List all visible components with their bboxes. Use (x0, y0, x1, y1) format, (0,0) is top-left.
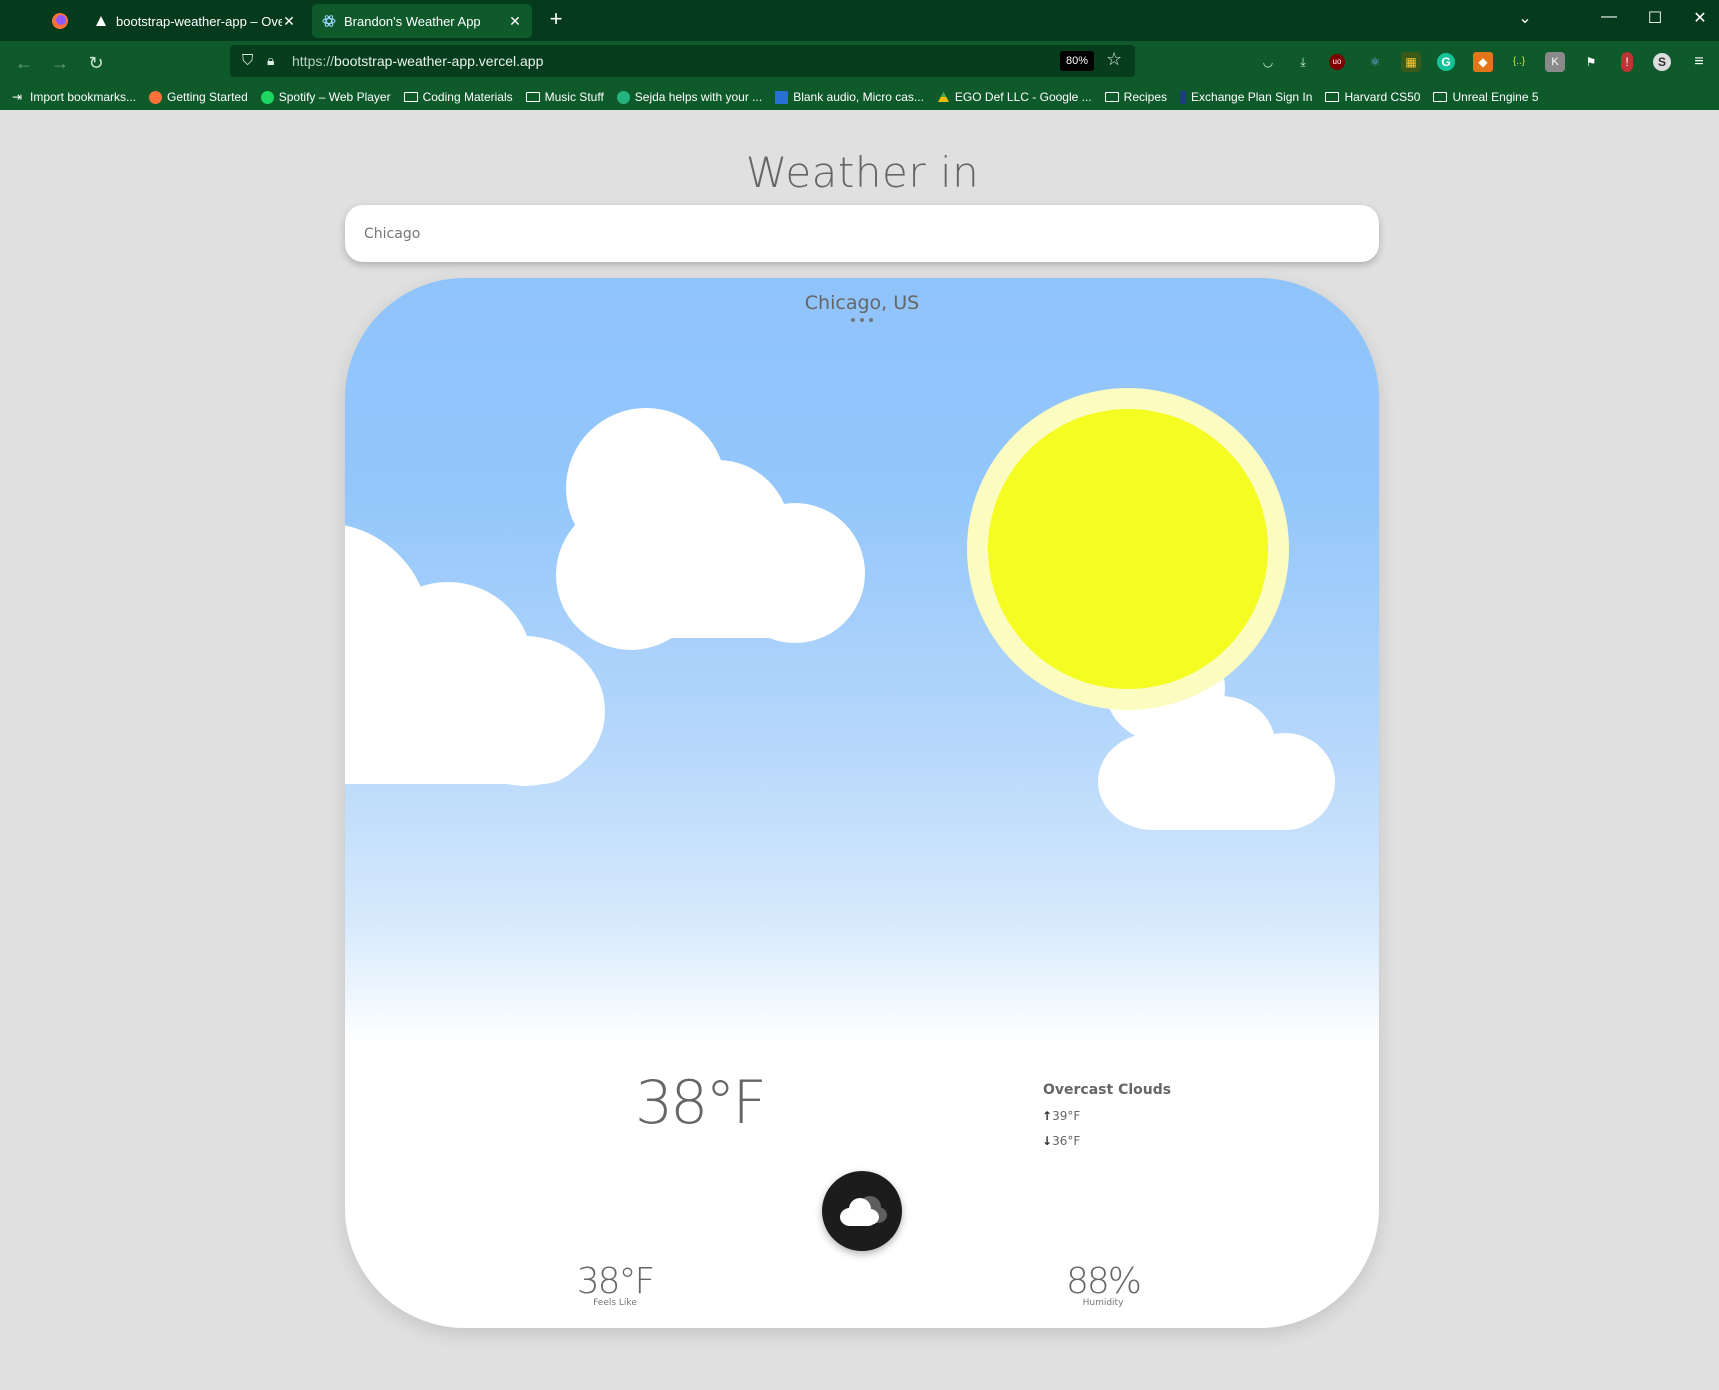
bookmark-exchange-plan[interactable]: Exchange Plan Sign In (1180, 90, 1312, 104)
tab-weather-app[interactable]: Brandon's Weather App ✕ (312, 4, 532, 38)
drive-icon (937, 91, 950, 104)
react-devtools-icon[interactable]: ⚛ (1365, 52, 1385, 72)
weather-condition: Overcast Clouds (1043, 1082, 1172, 1098)
page-title: Weather in (745, 148, 980, 197)
feels-like-label: Feels Like (593, 1298, 637, 1308)
kami-extension-icon[interactable]: K (1545, 52, 1565, 72)
zoom-level-badge[interactable]: 80% (1060, 51, 1095, 71)
bookmark-import[interactable]: ⇥ Import bookmarks... (12, 90, 136, 104)
current-temperature: 38°F (635, 1068, 767, 1138)
audio-icon (775, 90, 789, 104)
close-window-icon[interactable]: ✕ (1686, 8, 1714, 28)
ublock-origin-icon[interactable]: uo (1329, 54, 1345, 70)
folder-icon (1325, 92, 1340, 102)
json-viewer-icon[interactable]: {..} (1509, 52, 1529, 72)
site-lock-icon[interactable]: 🔒︎ (267, 52, 274, 69)
feels-like-value: 38°F (576, 1261, 656, 1302)
humidity-value: 88% (1065, 1261, 1142, 1302)
weather-icon-button[interactable] (822, 1171, 902, 1251)
tab-title: bootstrap-weather-app – Overvi (116, 13, 282, 29)
navigation-toolbar: ← → ↻ ⛉ 🔒︎ https://bootstrap-weather-app… (0, 41, 1719, 84)
metamask-fox-icon[interactable]: ◆ (1473, 52, 1493, 72)
new-tab-button[interactable]: + (544, 8, 568, 32)
bookmarks-toolbar: ⇥ Import bookmarks... Getting Started Spo… (0, 84, 1719, 110)
grammarly-icon[interactable]: G (1437, 53, 1455, 71)
url-text[interactable]: https://bootstrap-weather-app.vercel.app (292, 53, 543, 69)
folder-icon (525, 92, 540, 102)
spotify-icon (260, 90, 274, 104)
folder-icon (1104, 92, 1119, 102)
close-tab-icon[interactable]: ✕ (282, 13, 296, 30)
flag-extension-icon[interactable]: ⚑ (1581, 52, 1601, 72)
bookmark-spotify[interactable]: Spotify – Web Player (260, 90, 391, 104)
forward-icon[interactable]: → (48, 51, 72, 75)
bookmark-folder-recipes[interactable]: Recipes (1104, 90, 1167, 104)
feels-like-stat: 38°F Feels Like (550, 1261, 680, 1309)
humidity-label: Humidity (1082, 1298, 1124, 1308)
thermometer-extension-icon[interactable]: ! (1621, 52, 1633, 72)
list-all-tabs-icon[interactable]: ⌄ (1511, 8, 1539, 28)
tracking-protection-shield-icon[interactable]: ⛉ (242, 52, 253, 69)
bookmark-folder-unreal-engine[interactable]: Unreal Engine 5 (1433, 90, 1539, 104)
bookmark-sejda[interactable]: Sejda helps with your ... (616, 90, 762, 104)
sejda-icon (616, 90, 630, 104)
minimize-window-icon[interactable]: — (1595, 8, 1623, 26)
tab-strip: bootstrap-weather-app – Overvi ✕ Brandon… (0, 0, 1719, 41)
s-account-icon[interactable]: S (1653, 53, 1671, 71)
folder-icon (403, 92, 418, 102)
bookmark-folder-coding-materials[interactable]: Coding Materials (403, 90, 513, 104)
back-icon[interactable]: ← (12, 51, 36, 75)
downloads-icon[interactable]: ⤓ (1293, 52, 1313, 72)
application-menu-icon[interactable]: ≡ (1689, 52, 1709, 72)
address-bar[interactable]: ⛉ 🔒︎ https://bootstrap-weather-app.verce… (230, 45, 1135, 77)
temperature-low: ↓36°F (1042, 1134, 1081, 1148)
temperature-high: ↑39°F (1042, 1109, 1081, 1123)
arrow-up-icon: ↑ (1042, 1109, 1053, 1123)
weather-card: Chicago, US 38°F Overcast Clouds ↑39°F ↓… (345, 278, 1379, 1328)
cloud-icon (840, 1196, 887, 1226)
sun-illustration (988, 409, 1268, 689)
bookmark-ego-def[interactable]: EGO Def LLC - Google ... (937, 90, 1092, 104)
reload-icon[interactable]: ↻ (84, 51, 108, 75)
tab-title: Brandon's Weather App (344, 13, 481, 29)
firefox-icon (149, 90, 163, 104)
react-logo-icon (322, 14, 336, 28)
exchange-icon (1180, 90, 1187, 104)
folder-icon (1433, 92, 1448, 102)
bookmark-star-icon[interactable]: ☆ (1106, 49, 1122, 70)
bookmark-getting-started[interactable]: Getting Started (149, 90, 248, 104)
bookmark-folder-music-stuff[interactable]: Music Stuff (525, 90, 604, 104)
extension-chip-icon[interactable]: ▦ (1401, 52, 1421, 72)
vercel-triangle-icon (94, 14, 108, 28)
import-icon: ⇥ (12, 89, 23, 104)
more-options-icon[interactable] (847, 318, 877, 324)
bookmark-blank-audio[interactable]: Blank audio, Micro cas... (775, 90, 924, 104)
bookmark-folder-harvard-cs50[interactable]: Harvard CS50 (1325, 90, 1420, 104)
maximize-window-icon[interactable]: ☐ (1641, 8, 1669, 28)
pocket-icon[interactable]: ◡ (1258, 52, 1278, 72)
city-search-input[interactable] (345, 205, 1379, 262)
location-label: Chicago, US (804, 292, 920, 314)
close-tab-icon[interactable]: ✕ (508, 13, 522, 30)
humidity-stat: 88% Humidity (1038, 1261, 1168, 1309)
tab-vercel-overview[interactable]: bootstrap-weather-app – Overvi ✕ (84, 4, 306, 38)
firefox-view-icon[interactable] (48, 10, 72, 32)
arrow-down-icon: ↓ (1042, 1134, 1053, 1148)
